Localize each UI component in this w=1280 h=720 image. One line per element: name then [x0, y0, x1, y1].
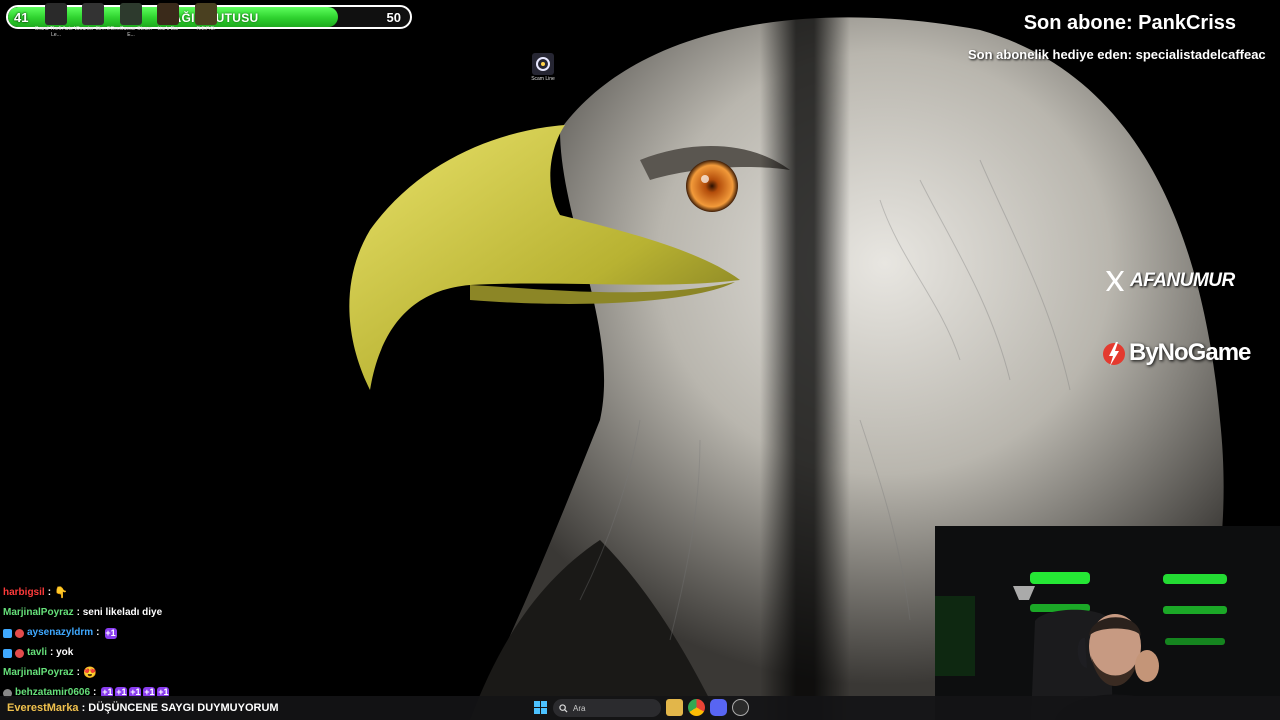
chat-text: :	[47, 587, 52, 598]
webcam-feed	[935, 526, 1280, 720]
chat-message: MarjinalPoyraz : 😍	[3, 663, 423, 683]
twitter-handle-row: AFANUMUR	[1103, 268, 1235, 294]
repo-icon	[195, 3, 217, 25]
chat-message: MarjinalPoyraz : seni likeladı diye	[3, 603, 423, 623]
donation-goal: 50	[386, 10, 401, 25]
discord-icon[interactable]	[710, 699, 727, 716]
search-placeholder: Ara	[573, 703, 586, 713]
chat-message: aysenazyldrm : +1	[3, 623, 423, 643]
plus-one-emote: +1	[104, 627, 117, 639]
search-icon	[559, 703, 568, 713]
ticker-message: : DÜŞÜNCENE SAYGI DUYMUYORUM	[81, 702, 279, 714]
chrome-icon[interactable]	[688, 699, 705, 716]
desktop-icon-repo[interactable]: R.E.P.O.	[184, 3, 228, 32]
desktop-icon-label: Scam Line	[531, 76, 555, 82]
chat-message: tavli : yok	[3, 643, 423, 663]
cs2-icon	[82, 3, 104, 25]
chat-ticker: EverestMarka : DÜŞÜNCENE SAYGI DUYMUYORU…	[0, 696, 279, 720]
partner-badge-icon	[15, 648, 24, 658]
twitter-handle: AFANUMUR	[1130, 270, 1235, 291]
bynogame-logo-icon	[1103, 342, 1125, 366]
x-logo-icon	[1106, 271, 1124, 291]
webcam-scene	[935, 526, 1280, 720]
chat-text: :	[96, 627, 100, 638]
chat-emote: 👇	[54, 587, 68, 599]
chat-overlay: harbigsil : 👇 MarjinalPoyraz : seni like…	[3, 583, 423, 703]
windows-start-icon[interactable]	[532, 699, 549, 716]
chat-text: : seni likeladı diye	[76, 607, 163, 618]
liars-bar-icon	[157, 3, 179, 25]
geoguessr-icon	[120, 3, 142, 25]
gta-icon	[45, 3, 67, 25]
prime-badge-icon	[3, 648, 12, 658]
file-explorer-icon[interactable]	[666, 699, 683, 716]
obs-icon[interactable]	[732, 699, 749, 716]
chat-username: MarjinalPoyraz	[3, 607, 74, 618]
chat-username: harbigsil	[3, 587, 45, 598]
scam-line-icon	[532, 53, 554, 75]
chat-username: tavli	[27, 647, 48, 658]
chat-emote: 😍	[82, 667, 97, 679]
desktop-icon-label: R.E.P.O.	[196, 26, 216, 32]
prime-badge-icon	[3, 628, 12, 638]
sponsor-logo: ByNoGame	[1101, 338, 1251, 368]
chat-username: MarjinalPoyraz	[3, 667, 74, 678]
partner-badge-icon	[15, 628, 24, 638]
taskbar-search-box[interactable]: Ara	[553, 699, 661, 717]
last-subscriber: Son abone: PankCriss	[1023, 12, 1236, 34]
sponsor-name: ByNoGame	[1129, 339, 1251, 366]
chat-username: aysenazyldrm	[27, 627, 94, 638]
chat-text: : yok	[50, 647, 74, 658]
ticker-username: EverestMarka	[7, 702, 79, 714]
last-gift-sub: Son abonelik hediye eden: specialistadel…	[968, 47, 1266, 62]
windows-taskbar: EverestMarka : DÜŞÜNCENE SAYGI DUYMUYORU…	[0, 696, 1280, 720]
chat-message: harbigsil : 👇	[3, 583, 423, 603]
chat-text: :	[76, 667, 80, 678]
desktop-icon-scam-line[interactable]: Scam Line	[521, 53, 565, 82]
